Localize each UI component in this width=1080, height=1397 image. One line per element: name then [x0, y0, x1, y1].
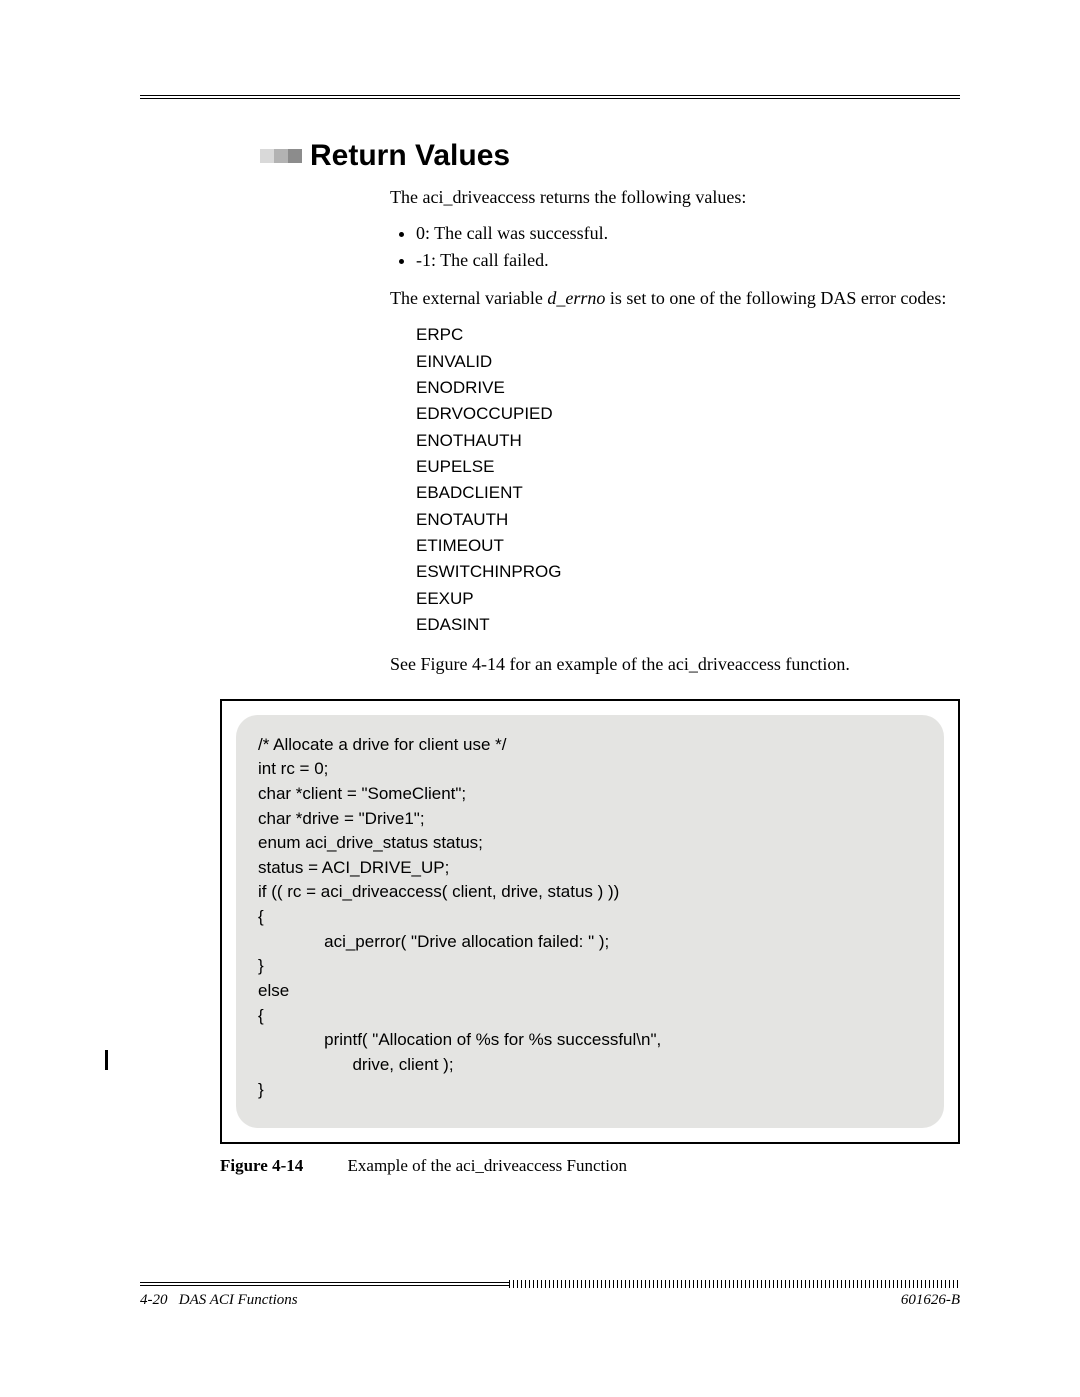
top-rule [140, 95, 960, 99]
error-code: ERPC [416, 322, 956, 348]
body-column: The aci_driveaccess returns the followin… [390, 185, 956, 677]
error-code: ENODRIVE [416, 375, 956, 401]
footer-rule-right [509, 1280, 960, 1288]
error-code: ESWITCHINPROG [416, 559, 956, 585]
figure-caption: Figure 4-14 Example of the aci_driveacce… [220, 1156, 960, 1176]
chapter-title: DAS ACI Functions [179, 1292, 298, 1308]
return-values-list: 0: The call was successful. -1: The call… [390, 221, 956, 272]
error-code: EUPELSE [416, 454, 956, 480]
list-item: -1: The call failed. [416, 248, 956, 272]
text: The external variable [390, 288, 547, 308]
figure-caption-text: Example of the aci_driveaccess Function [348, 1156, 627, 1175]
page-number: 4-20 [140, 1292, 168, 1308]
error-code: EBADCLIENT [416, 480, 956, 506]
footer-right: 601626-B [901, 1292, 960, 1309]
footer-left: 4-20 DAS ACI Functions [140, 1292, 298, 1309]
variable-name: d_errno [547, 288, 605, 308]
error-code: EDRVOCCUPIED [416, 401, 956, 427]
heading-squares-icon [260, 149, 302, 163]
list-item: 0: The call was successful. [416, 221, 956, 245]
section-heading: Return Values [260, 139, 960, 173]
error-code: ETIMEOUT [416, 533, 956, 559]
page-body: Return Values The aci_driveaccess return… [140, 95, 960, 1267]
footer-rule [140, 1280, 960, 1288]
error-code-list: ERPC EINVALID ENODRIVE EDRVOCCUPIED ENOT… [390, 322, 956, 638]
figure-label: Figure 4-14 [220, 1156, 303, 1175]
errno-paragraph: The external variable d_errno is set to … [390, 286, 956, 310]
page-footer: 4-20 DAS ACI Functions 601626-B [140, 1280, 960, 1309]
text: is set to one of the following DAS error… [605, 288, 946, 308]
revision-bar [105, 1050, 108, 1070]
code-block: /* Allocate a drive for client use */ in… [236, 715, 944, 1129]
section-title: Return Values [310, 139, 510, 173]
error-code: EEXUP [416, 586, 956, 612]
footer-rule-left [140, 1282, 509, 1286]
intro-paragraph: The aci_driveaccess returns the followin… [390, 185, 956, 209]
code-figure-frame: /* Allocate a drive for client use */ in… [220, 699, 960, 1145]
error-code: EDASINT [416, 612, 956, 638]
error-code: ENOTAUTH [416, 507, 956, 533]
error-code: ENOTHAUTH [416, 428, 956, 454]
see-figure-paragraph: See Figure 4-14 for an example of the ac… [390, 652, 956, 676]
error-code: EINVALID [416, 349, 956, 375]
